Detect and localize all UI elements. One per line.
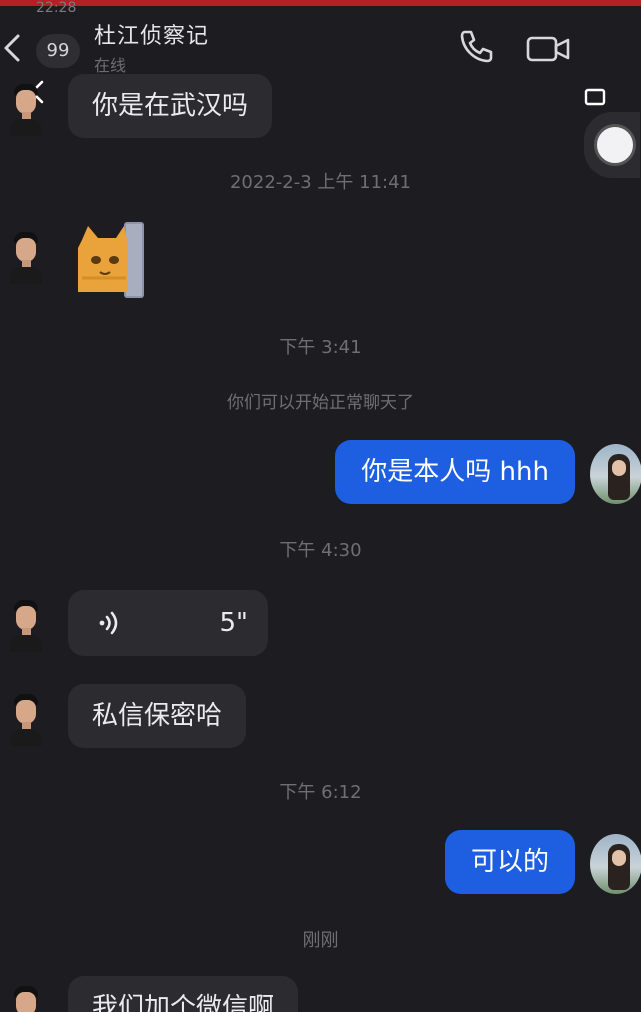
back-button[interactable] [0,28,30,68]
contact-avatar[interactable] [4,982,48,1012]
system-notice: 你们可以开始正常聊天了 [227,393,414,413]
voice-duration: 5" [219,608,248,638]
message-bubble-outgoing[interactable]: 你是本人吗 hhh [335,440,575,504]
chat-title[interactable]: 杜江侦察记 [94,18,209,50]
message-bubble-incoming[interactable]: 我们加个微信啊 [68,976,299,1012]
orange-cat-sticker[interactable] [74,222,146,300]
online-status: 在线 [94,56,127,75]
phone-icon [460,30,493,63]
more-icon [584,88,606,106]
contact-avatar[interactable] [4,690,48,746]
my-avatar[interactable] [590,444,641,504]
my-avatar[interactable] [590,834,641,894]
video-call-button[interactable] [526,32,572,66]
floating-window-icon [594,124,636,166]
voice-call-button[interactable] [456,26,496,66]
contact-avatar[interactable] [4,80,48,136]
message-timestamp: 刚刚 [302,930,339,951]
chevron-left-icon [4,34,20,62]
more-button[interactable] [580,86,610,106]
voice-wave-icon [99,611,118,635]
cat-sticker-icon [78,222,144,298]
video-camera-icon [526,36,570,62]
voice-message[interactable]: 5" [68,590,268,656]
contact-avatar[interactable] [4,596,48,652]
unread-badge[interactable]: 99 [36,34,80,68]
message-timestamp: 2022-2-3 上午 11:41 [229,172,412,193]
message-timestamp: 下午 6:12 [279,782,362,803]
contact-avatar[interactable] [4,228,48,284]
message-bubble-outgoing[interactable]: 可以的 [444,830,575,894]
message-timestamp: 下午 3:41 [279,337,362,358]
chat-header: 99 杜江侦察记 在线 [0,6,641,80]
message-bubble-incoming[interactable]: 私信保密哈 [68,684,247,748]
message-timestamp: 下午 4:30 [279,540,362,561]
message-bubble-incoming[interactable]: 你是在武汉吗 [68,74,273,138]
